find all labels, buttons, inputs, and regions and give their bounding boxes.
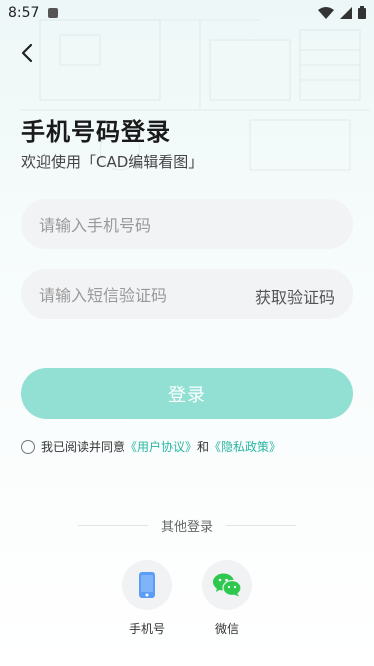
- wifi-icon: [318, 6, 334, 19]
- agreement-radio[interactable]: [21, 439, 35, 454]
- agreement-row: 我已阅读并同意 《用户协议》 和 《隐私政策》: [21, 438, 281, 455]
- privacy-policy-link[interactable]: 《隐私政策》: [209, 438, 281, 455]
- wechat-login-label: 微信: [214, 622, 239, 636]
- phone-login-button[interactable]: [122, 560, 172, 610]
- other-login-label: 其他登录: [160, 520, 213, 535]
- back-button[interactable]: [12, 38, 42, 68]
- signal-icon: [340, 6, 352, 19]
- notification-icon: [48, 8, 58, 18]
- phone-icon: [139, 572, 155, 598]
- user-agreement-link[interactable]: 《用户协议》: [125, 438, 197, 455]
- phone-login-label: 手机号: [128, 622, 165, 636]
- phone-input[interactable]: [37, 199, 261, 251]
- phone-field[interactable]: [21, 199, 353, 251]
- battery-icon: [358, 6, 366, 19]
- phone-login-option[interactable]: 手机号: [122, 560, 172, 637]
- get-code-button[interactable]: 获取验证码: [255, 284, 335, 308]
- divider-right: [225, 525, 296, 526]
- page-subtitle: 欢迎使用「CAD编辑看图」: [21, 153, 204, 171]
- wechat-login-button[interactable]: [202, 560, 252, 610]
- other-login-divider: 其他登录: [78, 516, 296, 535]
- code-field[interactable]: 获取验证码: [21, 269, 353, 321]
- login-screen: 8:57 手机号码登录 欢迎使用「CAD编辑看图」 获取验证码: [0, 0, 374, 666]
- page-title: 手机号码登录: [21, 118, 171, 146]
- wechat-icon: [213, 573, 241, 597]
- chevron-left-icon: [21, 43, 33, 63]
- status-time: 8:57: [8, 5, 40, 21]
- sms-code-input[interactable]: [37, 269, 261, 321]
- divider-left: [78, 525, 148, 526]
- status-bar: 8:57: [0, 0, 374, 26]
- login-button[interactable]: 登录: [21, 368, 353, 419]
- wechat-login-option[interactable]: 微信: [202, 560, 252, 637]
- agreement-prefix: 我已阅读并同意: [41, 440, 126, 454]
- status-icons: [318, 6, 366, 19]
- agreement-and: 和: [197, 440, 210, 454]
